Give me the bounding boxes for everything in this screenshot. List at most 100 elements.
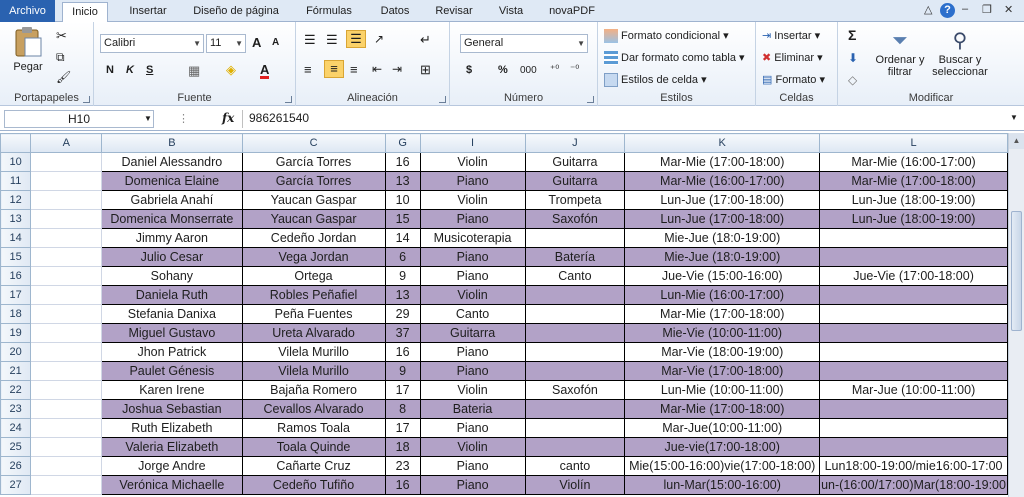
cell[interactable]: Karen Irene: [101, 380, 243, 400]
cell[interactable]: Violín: [524, 475, 626, 495]
italic-button[interactable]: K: [126, 64, 134, 76]
align-left-icon[interactable]: ≡: [304, 62, 312, 77]
tab-archivo[interactable]: Archivo: [0, 0, 55, 22]
cell[interactable]: [30, 361, 103, 381]
cell[interactable]: Trompeta: [524, 190, 626, 210]
cell[interactable]: [30, 304, 103, 324]
cell[interactable]: [30, 152, 103, 172]
cell[interactable]: Cañarte Cruz: [241, 456, 386, 476]
column-header[interactable]: B: [101, 133, 243, 153]
format-painter-icon[interactable]: 🖌: [56, 70, 71, 84]
row-header[interactable]: 14: [0, 228, 32, 248]
cell[interactable]: Lun-Jue (18:00-19:00): [819, 190, 1008, 210]
cell[interactable]: 8: [384, 399, 421, 419]
restore-icon[interactable]: ❐: [982, 3, 992, 16]
format-cells-button[interactable]: ▤ Formato ▾: [762, 73, 825, 86]
paste-button[interactable]: Pegar: [8, 26, 48, 73]
cell[interactable]: Mar-Mie (16:00-17:00): [819, 152, 1008, 172]
cell[interactable]: [524, 361, 626, 381]
alignment-launcher-icon[interactable]: [439, 96, 446, 103]
cell[interactable]: Mar-Mie (17:00-18:00): [624, 152, 821, 172]
tab-inicio[interactable]: Inicio: [62, 2, 108, 23]
cell[interactable]: 9: [384, 361, 421, 381]
vertical-scrollbar[interactable]: ▲: [1008, 133, 1024, 497]
cell[interactable]: [819, 437, 1008, 457]
cell[interactable]: Mar-Mie (17:00-18:00): [624, 304, 821, 324]
cell[interactable]: Miguel Gustavo: [101, 323, 243, 343]
cell[interactable]: Vilela Murillo: [241, 342, 386, 362]
insert-function-button[interactable]: fx: [222, 111, 234, 125]
tab-diseno-pagina[interactable]: Diseño de página: [186, 2, 286, 22]
cell[interactable]: Saxofón: [524, 380, 626, 400]
cell[interactable]: [30, 342, 103, 362]
row-header[interactable]: 13: [0, 209, 32, 229]
scroll-thumb[interactable]: [1011, 211, 1022, 331]
font-color-button[interactable]: A: [260, 63, 270, 79]
cell[interactable]: Violin: [419, 380, 526, 400]
increase-decimal-icon[interactable]: ⁺⁰: [550, 64, 559, 75]
cell[interactable]: [524, 323, 626, 343]
cell[interactable]: 37: [384, 323, 421, 343]
cell[interactable]: Cedeño Tufiño: [241, 475, 386, 495]
fill-icon[interactable]: ⬇: [848, 51, 858, 65]
cell[interactable]: Violin: [419, 437, 526, 457]
cell-styles-button[interactable]: Estilos de celda ▾: [604, 73, 707, 88]
cell[interactable]: [524, 228, 626, 248]
row-header[interactable]: 23: [0, 399, 32, 419]
cell[interactable]: [819, 342, 1008, 362]
cell[interactable]: Jue-Vie (15:00-16:00): [624, 266, 821, 286]
cell[interactable]: Piano: [419, 266, 526, 286]
cell[interactable]: Gabriela Anahí: [101, 190, 243, 210]
cell[interactable]: Piano: [419, 456, 526, 476]
cell[interactable]: Canto: [524, 266, 626, 286]
cell[interactable]: Stefania Danixa: [101, 304, 243, 324]
cell[interactable]: Sohany: [101, 266, 243, 286]
cell[interactable]: Peña Fuentes: [241, 304, 386, 324]
cell[interactable]: Valeria Elizabeth: [101, 437, 243, 457]
merge-cells-icon[interactable]: ⊞: [420, 62, 431, 78]
cell[interactable]: Violin: [419, 152, 526, 172]
underline-button[interactable]: S: [146, 64, 153, 76]
percent-button[interactable]: %: [498, 64, 508, 76]
bold-button[interactable]: N: [106, 64, 114, 76]
wrap-text-icon[interactable]: ↵: [420, 32, 431, 48]
cell[interactable]: Verónica Michaelle: [101, 475, 243, 495]
cell[interactable]: 9: [384, 266, 421, 286]
cell[interactable]: [30, 247, 103, 267]
cell[interactable]: [524, 437, 626, 457]
row-header[interactable]: 27: [0, 475, 32, 495]
cell[interactable]: Vilela Murillo: [241, 361, 386, 381]
close-icon[interactable]: ✕: [1004, 3, 1013, 16]
cell[interactable]: Piano: [419, 418, 526, 438]
cell[interactable]: Cevallos Alvarado: [241, 399, 386, 419]
cell[interactable]: Julio Cesar: [101, 247, 243, 267]
cell[interactable]: [30, 418, 103, 438]
borders-icon[interactable]: ▦: [188, 63, 200, 79]
insert-cells-button[interactable]: ⇥ Insertar ▾: [762, 29, 820, 42]
cell[interactable]: canto: [524, 456, 626, 476]
cell[interactable]: García Torres: [241, 171, 386, 191]
cell[interactable]: Ureta Alvarado: [241, 323, 386, 343]
cell[interactable]: [819, 323, 1008, 343]
cell[interactable]: 15: [384, 209, 421, 229]
cell[interactable]: Piano: [419, 361, 526, 381]
cell[interactable]: Canto: [419, 304, 526, 324]
tab-novapdf[interactable]: novaPDF: [542, 2, 602, 22]
cell[interactable]: Yaucan Gaspar: [241, 209, 386, 229]
cell[interactable]: Violin: [419, 285, 526, 305]
currency-button[interactable]: $: [466, 64, 472, 76]
cell[interactable]: [30, 399, 103, 419]
tab-insertar[interactable]: Insertar: [122, 2, 174, 22]
cell[interactable]: [524, 418, 626, 438]
cell[interactable]: 6: [384, 247, 421, 267]
cell[interactable]: Mar-Vie (18:00-19:00): [624, 342, 821, 362]
cell[interactable]: [524, 285, 626, 305]
tab-formulas[interactable]: Fórmulas: [298, 2, 360, 22]
cell[interactable]: Mie-Vie (10:00-11:00): [624, 323, 821, 343]
cell[interactable]: Yaucan Gaspar: [241, 190, 386, 210]
decrease-indent-icon[interactable]: ⇤: [372, 62, 382, 76]
font-launcher-icon[interactable]: [285, 96, 292, 103]
cell[interactable]: Saxofón: [524, 209, 626, 229]
find-select-button[interactable]: ⚲ Buscar y seleccionar: [930, 28, 990, 78]
cell[interactable]: Ramos Toala: [241, 418, 386, 438]
